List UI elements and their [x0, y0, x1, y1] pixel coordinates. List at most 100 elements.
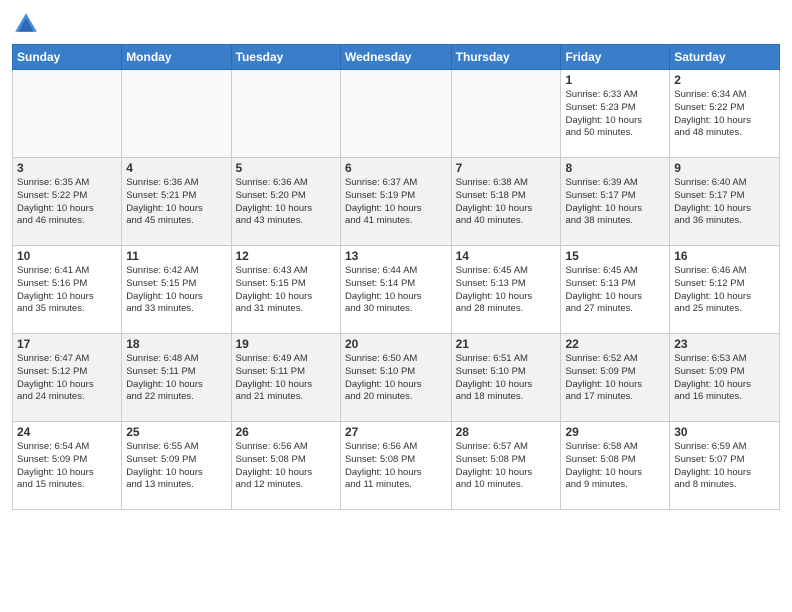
day-info: Sunrise: 6:48 AM Sunset: 5:11 PM Dayligh…	[126, 353, 226, 404]
day-number: 27	[345, 425, 447, 439]
day-number: 14	[456, 249, 557, 263]
day-number: 21	[456, 337, 557, 351]
calendar-day-cell: 28 Sunrise: 6:57 AM Sunset: 5:08 PM Dayli…	[451, 422, 561, 510]
weekday-header-tuesday: Tuesday	[231, 45, 340, 70]
day-info: Sunrise: 6:56 AM Sunset: 5:08 PM Dayligh…	[236, 441, 336, 492]
calendar-day-cell	[451, 70, 561, 158]
day-info: Sunrise: 6:43 AM Sunset: 5:15 PM Dayligh…	[236, 265, 336, 316]
day-info: Sunrise: 6:41 AM Sunset: 5:16 PM Dayligh…	[17, 265, 117, 316]
day-number: 2	[674, 73, 775, 87]
day-number: 23	[674, 337, 775, 351]
day-info: Sunrise: 6:53 AM Sunset: 5:09 PM Dayligh…	[674, 353, 775, 404]
day-number: 29	[565, 425, 665, 439]
calendar-day-cell: 6 Sunrise: 6:37 AM Sunset: 5:19 PM Daylig…	[340, 158, 451, 246]
calendar-day-cell: 2 Sunrise: 6:34 AM Sunset: 5:22 PM Daylig…	[670, 70, 780, 158]
calendar-week-row: 17 Sunrise: 6:47 AM Sunset: 5:12 PM Dayli…	[13, 334, 780, 422]
day-number: 18	[126, 337, 226, 351]
day-number: 12	[236, 249, 336, 263]
day-number: 6	[345, 161, 447, 175]
calendar-day-cell: 5 Sunrise: 6:36 AM Sunset: 5:20 PM Daylig…	[231, 158, 340, 246]
day-number: 15	[565, 249, 665, 263]
day-info: Sunrise: 6:55 AM Sunset: 5:09 PM Dayligh…	[126, 441, 226, 492]
day-info: Sunrise: 6:52 AM Sunset: 5:09 PM Dayligh…	[565, 353, 665, 404]
weekday-header-saturday: Saturday	[670, 45, 780, 70]
day-info: Sunrise: 6:45 AM Sunset: 5:13 PM Dayligh…	[565, 265, 665, 316]
header	[12, 10, 780, 38]
day-number: 17	[17, 337, 117, 351]
calendar-day-cell: 30 Sunrise: 6:59 AM Sunset: 5:07 PM Dayli…	[670, 422, 780, 510]
calendar-week-row: 24 Sunrise: 6:54 AM Sunset: 5:09 PM Dayli…	[13, 422, 780, 510]
calendar-day-cell: 17 Sunrise: 6:47 AM Sunset: 5:12 PM Dayli…	[13, 334, 122, 422]
weekday-header-friday: Friday	[561, 45, 670, 70]
day-info: Sunrise: 6:34 AM Sunset: 5:22 PM Dayligh…	[674, 89, 775, 140]
day-number: 9	[674, 161, 775, 175]
day-number: 28	[456, 425, 557, 439]
calendar-day-cell: 14 Sunrise: 6:45 AM Sunset: 5:13 PM Dayli…	[451, 246, 561, 334]
weekday-header-wednesday: Wednesday	[340, 45, 451, 70]
day-info: Sunrise: 6:44 AM Sunset: 5:14 PM Dayligh…	[345, 265, 447, 316]
day-info: Sunrise: 6:58 AM Sunset: 5:08 PM Dayligh…	[565, 441, 665, 492]
weekday-header-row: SundayMondayTuesdayWednesdayThursdayFrid…	[13, 45, 780, 70]
day-number: 4	[126, 161, 226, 175]
day-info: Sunrise: 6:36 AM Sunset: 5:20 PM Dayligh…	[236, 177, 336, 228]
day-info: Sunrise: 6:38 AM Sunset: 5:18 PM Dayligh…	[456, 177, 557, 228]
calendar-day-cell: 29 Sunrise: 6:58 AM Sunset: 5:08 PM Dayli…	[561, 422, 670, 510]
calendar-day-cell: 19Sunrise: 6:49 AM Sunset: 5:11 PM Dayli…	[231, 334, 340, 422]
day-number: 10	[17, 249, 117, 263]
day-info: Sunrise: 6:37 AM Sunset: 5:19 PM Dayligh…	[345, 177, 447, 228]
calendar-day-cell: 9 Sunrise: 6:40 AM Sunset: 5:17 PM Daylig…	[670, 158, 780, 246]
calendar-day-cell: 24 Sunrise: 6:54 AM Sunset: 5:09 PM Dayli…	[13, 422, 122, 510]
calendar-day-cell: 16 Sunrise: 6:46 AM Sunset: 5:12 PM Dayli…	[670, 246, 780, 334]
calendar-day-cell: 25 Sunrise: 6:55 AM Sunset: 5:09 PM Dayli…	[122, 422, 231, 510]
day-info: Sunrise: 6:57 AM Sunset: 5:08 PM Dayligh…	[456, 441, 557, 492]
calendar-day-cell: 20Sunrise: 6:50 AM Sunset: 5:10 PM Dayli…	[340, 334, 451, 422]
day-number: 16	[674, 249, 775, 263]
day-number: 24	[17, 425, 117, 439]
calendar-day-cell: 4 Sunrise: 6:36 AM Sunset: 5:21 PM Daylig…	[122, 158, 231, 246]
calendar-day-cell	[340, 70, 451, 158]
day-number: 26	[236, 425, 336, 439]
day-info: Sunrise: 6:40 AM Sunset: 5:17 PM Dayligh…	[674, 177, 775, 228]
day-number: 25	[126, 425, 226, 439]
calendar-day-cell: 13Sunrise: 6:44 AM Sunset: 5:14 PM Dayli…	[340, 246, 451, 334]
calendar-day-cell: 27 Sunrise: 6:56 AM Sunset: 5:08 PM Dayli…	[340, 422, 451, 510]
day-number: 20	[345, 337, 447, 351]
calendar-day-cell: 22 Sunrise: 6:52 AM Sunset: 5:09 PM Dayli…	[561, 334, 670, 422]
calendar-week-row: 1 Sunrise: 6:33 AM Sunset: 5:23 PM Daylig…	[13, 70, 780, 158]
day-info: Sunrise: 6:42 AM Sunset: 5:15 PM Dayligh…	[126, 265, 226, 316]
day-number: 1	[565, 73, 665, 87]
day-info: Sunrise: 6:36 AM Sunset: 5:21 PM Dayligh…	[126, 177, 226, 228]
day-number: 30	[674, 425, 775, 439]
logo	[12, 10, 44, 38]
calendar-week-row: 10 Sunrise: 6:41 AM Sunset: 5:16 PM Dayli…	[13, 246, 780, 334]
calendar-day-cell: 7 Sunrise: 6:38 AM Sunset: 5:18 PM Daylig…	[451, 158, 561, 246]
logo-icon	[12, 10, 40, 38]
calendar-day-cell	[231, 70, 340, 158]
day-number: 5	[236, 161, 336, 175]
day-info: Sunrise: 6:45 AM Sunset: 5:13 PM Dayligh…	[456, 265, 557, 316]
calendar-day-cell: 11 Sunrise: 6:42 AM Sunset: 5:15 PM Dayli…	[122, 246, 231, 334]
day-info: Sunrise: 6:47 AM Sunset: 5:12 PM Dayligh…	[17, 353, 117, 404]
day-info: Sunrise: 6:59 AM Sunset: 5:07 PM Dayligh…	[674, 441, 775, 492]
calendar-day-cell: 3Sunrise: 6:35 AM Sunset: 5:22 PM Daylig…	[13, 158, 122, 246]
day-info: Sunrise: 6:51 AM Sunset: 5:10 PM Dayligh…	[456, 353, 557, 404]
day-number: 22	[565, 337, 665, 351]
weekday-header-monday: Monday	[122, 45, 231, 70]
day-info: Sunrise: 6:39 AM Sunset: 5:17 PM Dayligh…	[565, 177, 665, 228]
day-info: Sunrise: 6:56 AM Sunset: 5:08 PM Dayligh…	[345, 441, 447, 492]
day-number: 11	[126, 249, 226, 263]
day-info: Sunrise: 6:54 AM Sunset: 5:09 PM Dayligh…	[17, 441, 117, 492]
calendar-day-cell: 26 Sunrise: 6:56 AM Sunset: 5:08 PM Dayli…	[231, 422, 340, 510]
calendar-day-cell: 18 Sunrise: 6:48 AM Sunset: 5:11 PM Dayli…	[122, 334, 231, 422]
calendar-day-cell	[13, 70, 122, 158]
calendar: SundayMondayTuesdayWednesdayThursdayFrid…	[12, 44, 780, 510]
calendar-day-cell: 12 Sunrise: 6:43 AM Sunset: 5:15 PM Dayli…	[231, 246, 340, 334]
day-info: Sunrise: 6:46 AM Sunset: 5:12 PM Dayligh…	[674, 265, 775, 316]
calendar-day-cell: 23 Sunrise: 6:53 AM Sunset: 5:09 PM Dayli…	[670, 334, 780, 422]
day-number: 7	[456, 161, 557, 175]
calendar-day-cell	[122, 70, 231, 158]
calendar-week-row: 3Sunrise: 6:35 AM Sunset: 5:22 PM Daylig…	[13, 158, 780, 246]
day-info: Sunrise: 6:33 AM Sunset: 5:23 PM Dayligh…	[565, 89, 665, 140]
calendar-day-cell: 1 Sunrise: 6:33 AM Sunset: 5:23 PM Daylig…	[561, 70, 670, 158]
calendar-day-cell: 15 Sunrise: 6:45 AM Sunset: 5:13 PM Dayli…	[561, 246, 670, 334]
